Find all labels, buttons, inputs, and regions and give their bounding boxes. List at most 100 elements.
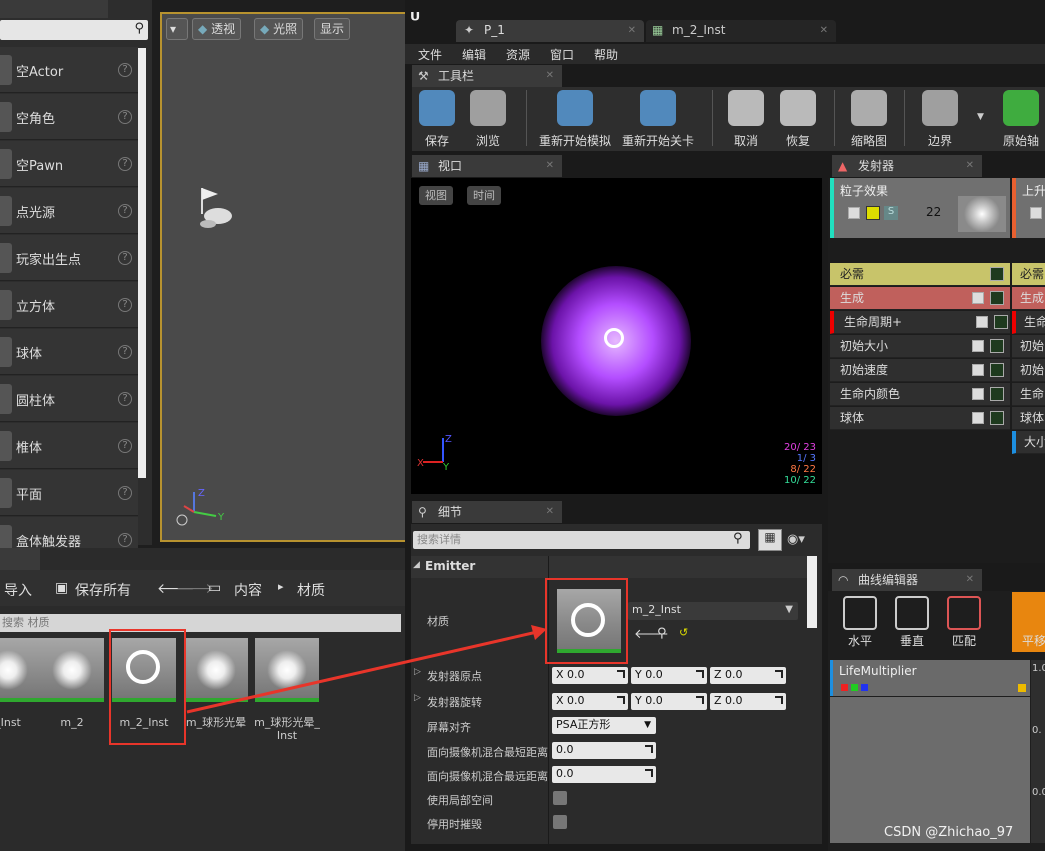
tab-details[interactable]: ⚲ 细节 ✕ bbox=[412, 501, 562, 523]
emitter-module[interactable]: 初始速度 bbox=[830, 359, 1010, 382]
emitter-module[interactable]: 初始大小 bbox=[830, 335, 1010, 358]
close-icon[interactable]: ✕ bbox=[966, 155, 974, 177]
asset-thumbnail[interactable] bbox=[0, 638, 40, 702]
tab-emitters[interactable]: ▲ 发射器 ✕ bbox=[832, 155, 982, 177]
help-icon[interactable]: ? bbox=[118, 250, 132, 265]
breadcrumb-content[interactable]: 内容 bbox=[234, 580, 262, 600]
curve-toolbar-button[interactable]: 匹配 bbox=[942, 592, 986, 652]
place-item[interactable]: 空角色? bbox=[0, 94, 138, 140]
scrollbar[interactable] bbox=[138, 48, 146, 478]
place-item[interactable]: 空Pawn? bbox=[0, 141, 138, 187]
help-icon[interactable]: ? bbox=[118, 156, 132, 171]
time-button[interactable]: 时间 bbox=[467, 186, 501, 205]
eye-icon[interactable]: ◉▾ bbox=[787, 532, 805, 547]
save-all-button[interactable]: 保存所有 bbox=[75, 580, 131, 600]
module-enable-checkbox[interactable] bbox=[972, 340, 984, 352]
help-icon[interactable]: ? bbox=[118, 532, 132, 547]
tab-toolbar[interactable]: ⚒ 工具栏 ✕ bbox=[412, 65, 562, 87]
emitter-header-2[interactable]: 上升 bbox=[1012, 178, 1045, 238]
curve-toggle-icon[interactable] bbox=[990, 291, 1004, 305]
y-field[interactable]: Y 0.0 bbox=[631, 693, 707, 710]
curve-toolbar-button[interactable]: 平移 bbox=[1012, 592, 1045, 652]
help-icon[interactable]: ? bbox=[118, 297, 132, 312]
emitter-header-1[interactable]: 粒子效果 S 22 bbox=[830, 178, 1010, 238]
screen-align-dropdown[interactable]: PSA正方形 ▼ bbox=[552, 717, 656, 734]
toolbar-button[interactable]: 缩略图 bbox=[842, 90, 896, 149]
emitter-module[interactable]: 生命内颜色 bbox=[830, 383, 1010, 406]
max-distance-field[interactable]: 0.0 bbox=[552, 766, 656, 783]
tab-curve-editor[interactable]: ◠ 曲线编辑器 ✕ bbox=[832, 569, 982, 591]
toolbar-button[interactable]: 保存 bbox=[418, 90, 456, 149]
kill-on-deactivate-checkbox[interactable] bbox=[553, 815, 567, 829]
emitter-module[interactable]: 生成 bbox=[1012, 287, 1045, 310]
x-field[interactable]: X 0.0 bbox=[552, 693, 628, 710]
menu-edit[interactable]: 编辑 bbox=[462, 46, 486, 63]
close-icon[interactable]: ✕ bbox=[820, 25, 828, 36]
place-item[interactable]: 玩家出生点? bbox=[0, 235, 138, 281]
z-field[interactable]: Z 0.0 bbox=[710, 693, 786, 710]
curve-toolbar-button[interactable]: 垂直 bbox=[890, 592, 934, 652]
curve-toggle-icon[interactable] bbox=[990, 363, 1004, 377]
toolbar-button[interactable]: 重新开始关卡 bbox=[620, 90, 696, 149]
module-enable-checkbox[interactable] bbox=[972, 292, 984, 304]
emitter-module[interactable]: 必需 bbox=[1012, 263, 1045, 286]
level-viewport[interactable]: ▾ ◆ 透视 ◆ 光照 显示 ZY bbox=[160, 12, 408, 542]
close-icon[interactable]: ✕ bbox=[546, 65, 554, 87]
green-channel-icon[interactable] bbox=[851, 684, 858, 691]
chevron-right-icon[interactable]: ▷ bbox=[414, 693, 421, 703]
show-button[interactable]: 显示 bbox=[314, 18, 351, 40]
help-icon[interactable]: ? bbox=[118, 109, 132, 124]
tab-m2-inst[interactable]: ▦ m_2_Inst ✕ bbox=[646, 20, 836, 42]
blue-channel-icon[interactable] bbox=[861, 684, 868, 691]
browse-icon[interactable]: ⚲ bbox=[657, 626, 667, 641]
material-dropdown[interactable]: m_2_Inst ▼ bbox=[628, 602, 798, 620]
viewport-menu-button[interactable]: ▾ bbox=[166, 18, 188, 40]
module-enable-checkbox[interactable] bbox=[972, 412, 984, 424]
details-search-input[interactable]: 搜索详情 bbox=[413, 531, 750, 549]
place-item[interactable]: 球体? bbox=[0, 329, 138, 375]
enable-checkbox[interactable] bbox=[848, 207, 860, 219]
place-item[interactable]: 椎体? bbox=[0, 423, 138, 469]
curve-toolbar-button[interactable]: 水平 bbox=[838, 592, 882, 652]
chevron-down-icon[interactable]: ▼ bbox=[977, 112, 984, 122]
curve-toggle-icon[interactable] bbox=[994, 315, 1008, 329]
place-search-input[interactable]: ⚲ bbox=[0, 20, 148, 40]
toolbar-button[interactable]: 原始轴 bbox=[996, 90, 1045, 149]
close-icon[interactable]: ✕ bbox=[628, 25, 636, 36]
player-start-icon[interactable] bbox=[192, 184, 236, 230]
emitter-module[interactable]: 球体 bbox=[830, 407, 1010, 430]
toolbar-button[interactable]: 浏览 bbox=[468, 90, 508, 149]
view-button[interactable]: 视图 bbox=[419, 186, 453, 205]
emitter-module[interactable]: 生命 bbox=[1012, 311, 1045, 334]
emitter-module[interactable]: 生命周期+ bbox=[830, 311, 1010, 334]
place-item[interactable]: 空Actor? bbox=[0, 47, 138, 93]
help-icon[interactable]: ? bbox=[118, 344, 132, 359]
close-icon[interactable]: ✕ bbox=[966, 569, 974, 591]
import-button[interactable]: 导入 bbox=[4, 580, 32, 600]
toolbar-button[interactable]: 取消 bbox=[724, 90, 768, 149]
grid-view-button[interactable]: ▦ bbox=[758, 529, 782, 551]
menu-asset[interactable]: 资源 bbox=[506, 46, 530, 63]
emitter-module[interactable]: 大小 bbox=[1012, 431, 1045, 454]
enable-checkbox[interactable] bbox=[1030, 207, 1042, 219]
place-item[interactable]: 立方体? bbox=[0, 282, 138, 328]
asset-thumbnail[interactable] bbox=[40, 638, 104, 702]
y-field[interactable]: Y 0.0 bbox=[631, 667, 707, 684]
reset-icon[interactable]: ↺ bbox=[679, 626, 688, 639]
close-icon[interactable]: ✕ bbox=[546, 501, 554, 523]
toolbar-button[interactable]: 边界 bbox=[916, 90, 964, 149]
curve-toggle-icon[interactable] bbox=[990, 339, 1004, 353]
toolbar-button[interactable]: 恢复 bbox=[776, 90, 820, 149]
menu-file[interactable]: 文件 bbox=[418, 46, 442, 63]
perspective-button[interactable]: ◆ 透视 bbox=[192, 18, 242, 40]
toolbar-button[interactable]: 重新开始模拟 bbox=[536, 90, 614, 149]
place-item[interactable]: 点光源? bbox=[0, 188, 138, 234]
menu-help[interactable]: 帮助 bbox=[594, 46, 618, 63]
curve-graph[interactable]: 1.0 0. 0.0 bbox=[1031, 660, 1045, 843]
red-channel-icon[interactable] bbox=[841, 684, 848, 691]
place-item[interactable]: 圆柱体? bbox=[0, 376, 138, 422]
menu-window[interactable]: 窗口 bbox=[550, 46, 574, 63]
breadcrumb-material[interactable]: 材质 bbox=[297, 580, 325, 600]
x-field[interactable]: X 0.0 bbox=[552, 667, 628, 684]
help-icon[interactable]: ? bbox=[118, 203, 132, 218]
